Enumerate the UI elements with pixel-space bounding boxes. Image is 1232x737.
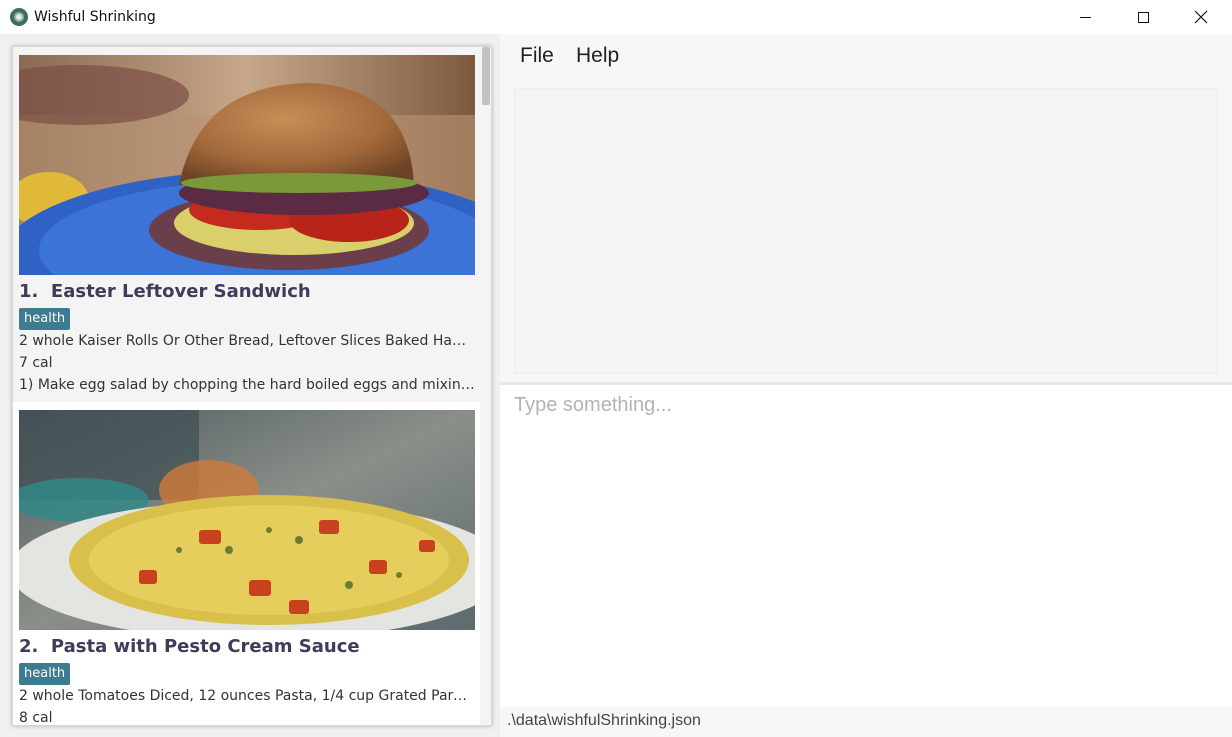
menu-file[interactable]: File <box>520 44 554 68</box>
menu-bar: File Help <box>500 34 1232 80</box>
recipe-calories: 7 cal <box>19 355 53 371</box>
recipe-title: 2. Pasta with Pesto Cream Sauce <box>19 636 360 657</box>
minimize-button[interactable] <box>1056 0 1114 34</box>
recipe-ingredients: 2 whole Tomatoes Diced, 12 ounces Pasta,… <box>19 688 475 704</box>
recipe-calories: 8 cal <box>19 710 53 726</box>
recipe-tag: health <box>19 308 71 330</box>
status-bar: .\data\wishfulShrinking.json <box>500 706 1232 737</box>
recipe-ingredients: 2 whole Kaiser Rolls Or Other Bread, Lef… <box>19 333 475 349</box>
recipe-instructions: 1) Make egg salad by chopping the hard b… <box>19 377 475 393</box>
result-display-panel <box>500 80 1232 382</box>
window-title: Wishful Shrinking <box>34 9 156 25</box>
recipe-card[interactable]: 1. Easter Leftover Sandwich health 2 who… <box>13 47 481 402</box>
recipe-list[interactable]: 1. Easter Leftover Sandwich health 2 who… <box>12 46 492 726</box>
save-location-text: .\data\wishfulShrinking.json <box>507 712 701 729</box>
close-button[interactable] <box>1172 0 1230 34</box>
recipe-tag: health <box>19 663 71 685</box>
pasta-photo <box>19 410 475 630</box>
maximize-icon <box>1137 11 1149 23</box>
close-icon <box>1194 10 1208 24</box>
menu-help[interactable]: Help <box>576 44 619 68</box>
command-input[interactable] <box>500 385 1232 425</box>
title-bar: Wishful Shrinking <box>0 0 1232 34</box>
result-display <box>514 88 1218 374</box>
recipe-list-panel: 1. Easter Leftover Sandwich health 2 who… <box>0 34 500 737</box>
sandwich-photo <box>19 55 475 275</box>
maximize-button[interactable] <box>1114 0 1172 34</box>
plate-icon <box>10 8 28 26</box>
list-scrollbar[interactable] <box>480 47 491 725</box>
recipe-title: 1. Easter Leftover Sandwich <box>19 281 311 302</box>
minimize-icon <box>1079 16 1091 18</box>
recipe-card[interactable]: 2. Pasta with Pesto Cream Sauce health 2… <box>13 402 481 726</box>
scrollbar-thumb[interactable] <box>482 47 490 105</box>
